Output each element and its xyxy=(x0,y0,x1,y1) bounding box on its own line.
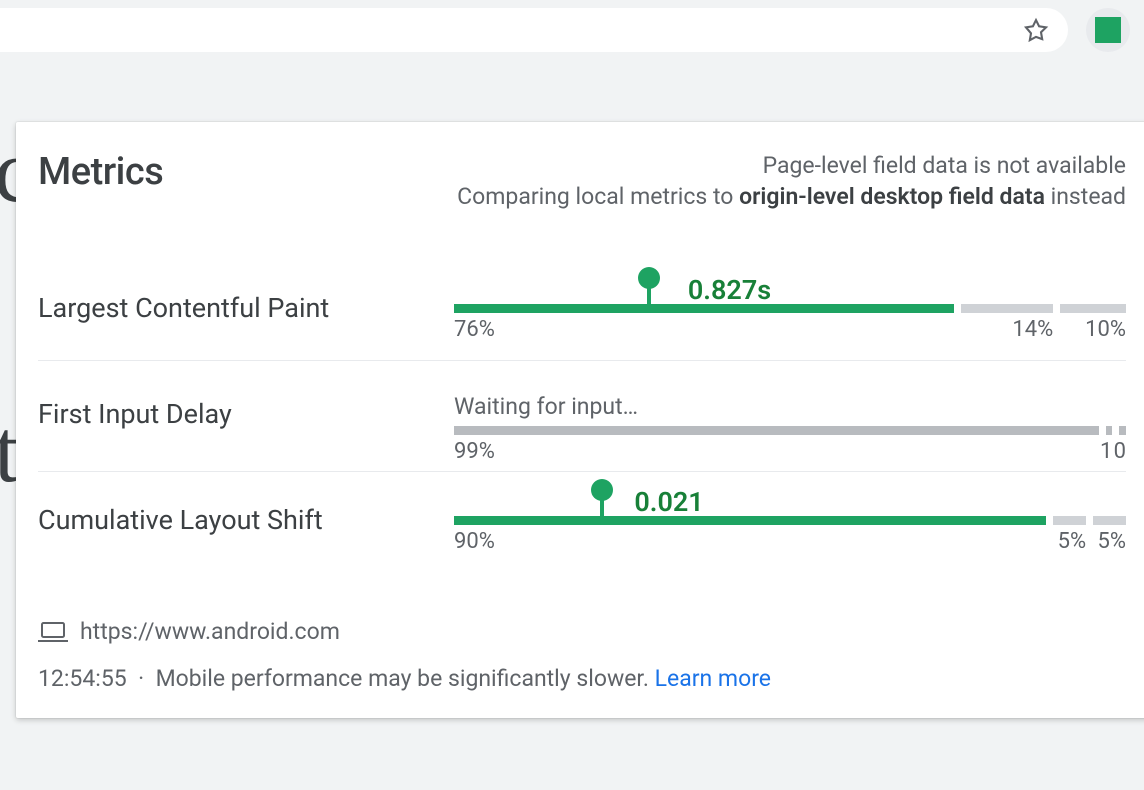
popup-subtitle: Page-level field data is not available C… xyxy=(457,150,1126,212)
bar-segment: 1 xyxy=(1106,426,1113,435)
footer-url-line: https://www.android.com xyxy=(38,618,1126,645)
subtitle-line1: Page-level field data is not available xyxy=(763,152,1126,179)
popup-title: Metrics xyxy=(38,150,163,194)
metric-name: Largest Contentful Paint xyxy=(38,292,454,324)
bar-segment: 5% xyxy=(1053,516,1086,525)
footer-note-line: 12:54:55 · Mobile performance may be sig… xyxy=(38,665,1126,692)
subtitle-bold: origin-level desktop field data xyxy=(739,183,1045,210)
metric-row: Largest Contentful Paint76% 14% 10% 0.827s xyxy=(38,260,1126,361)
metric-bar: Waiting for input… 99% 10 xyxy=(454,393,1126,435)
footer-separator: · xyxy=(138,665,144,692)
segment-label: 99% xyxy=(454,439,495,464)
bar-segment: 0 xyxy=(1119,426,1126,435)
omnibox[interactable] xyxy=(0,8,1068,52)
segment-label: 10% xyxy=(1085,317,1126,342)
web-vitals-popup: Metrics Page-level field data is not ava… xyxy=(16,122,1144,718)
popup-header: Metrics Page-level field data is not ava… xyxy=(38,150,1126,212)
segment-label: 90% xyxy=(454,529,495,554)
extension-icon xyxy=(1095,17,1121,43)
distribution-bar: 99% 10 xyxy=(454,426,1126,435)
metric-value: 0.021 xyxy=(634,486,703,518)
metric-bar: 76%14%10%0.827s xyxy=(454,304,1126,313)
segment-label: 1 xyxy=(1100,439,1112,464)
bar-segment: 14% xyxy=(961,304,1053,313)
subtitle-suffix: instead xyxy=(1045,183,1126,210)
segment-label: 5% xyxy=(1098,529,1126,554)
subtitle-prefix: Comparing local metrics to xyxy=(457,183,739,210)
metric-name: Cumulative Layout Shift xyxy=(38,504,454,536)
distribution-bar: 90% 5% 5% xyxy=(454,516,1126,525)
footer-time: 12:54:55 xyxy=(38,665,127,692)
segment-label: 5% xyxy=(1058,529,1086,554)
extension-button[interactable] xyxy=(1086,8,1130,52)
learn-more-link[interactable]: Learn more xyxy=(655,665,771,692)
metric-marker xyxy=(638,267,660,313)
segment-label: 14% xyxy=(1012,317,1053,342)
segment-label: 0 xyxy=(1114,439,1126,464)
metric-bar: 90%5%5%0.021 xyxy=(454,516,1126,525)
bar-segment: 90% xyxy=(454,516,1046,525)
metric-row: Cumulative Layout Shift90% 5% 5% 0.021 xyxy=(38,472,1126,572)
footer-url: https://www.android.com xyxy=(80,618,340,645)
metrics-list: Largest Contentful Paint76% 14% 10% 0.827s F… xyxy=(38,260,1126,572)
bar-segment: 99% xyxy=(454,426,1099,435)
bar-segment: 10% xyxy=(1060,304,1126,313)
metric-marker xyxy=(591,479,613,525)
metric-waiting-label: Waiting for input… xyxy=(454,393,1126,420)
bookmark-star-icon[interactable] xyxy=(1022,16,1050,44)
metric-row: First Input DelayWaiting for input…99%10 xyxy=(38,361,1126,472)
desktop-icon xyxy=(38,621,68,643)
metric-value: 0.827s xyxy=(688,274,771,306)
distribution-bar: 76%14%10% xyxy=(454,304,1126,313)
metric-name: First Input Delay xyxy=(38,398,454,430)
segment-label: 76% xyxy=(454,317,495,342)
bar-segment: 5% xyxy=(1093,516,1126,525)
popup-footer: https://www.android.com 12:54:55 · Mobil… xyxy=(38,618,1126,692)
browser-toolbar xyxy=(0,0,1144,60)
footer-note: Mobile performance may be significantly … xyxy=(156,665,649,692)
